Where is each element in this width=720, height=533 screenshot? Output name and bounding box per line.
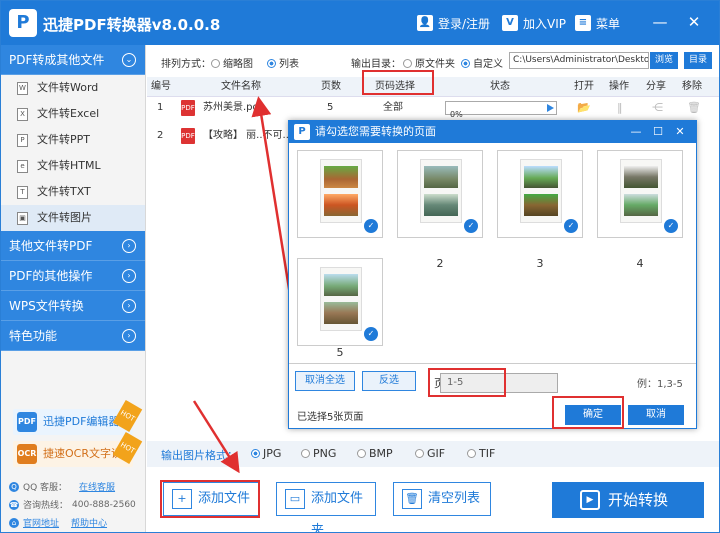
- arrow-to-add-file: [192, 400, 240, 474]
- page-range-example: 例：1,3-5: [637, 379, 683, 390]
- page-preview: [420, 159, 462, 223]
- page-number: 4: [636, 257, 644, 270]
- dialog-logo-icon: P: [294, 124, 310, 140]
- page-thumbnail[interactable]: ✓: [397, 150, 483, 238]
- check-icon: ✓: [664, 219, 678, 233]
- check-icon: ✓: [564, 219, 578, 233]
- page-thumbnail[interactable]: ✓: [597, 150, 683, 238]
- arrow-to-page-select: [251, 96, 293, 302]
- page-preview: [320, 267, 362, 331]
- check-icon: ✓: [364, 327, 378, 341]
- deselect-all-button[interactable]: 取消全选: [295, 371, 355, 391]
- page-number: 5: [336, 346, 344, 359]
- check-icon: ✓: [464, 219, 478, 233]
- page-preview: [620, 159, 662, 223]
- annotation-box-confirm: [552, 396, 624, 429]
- invert-selection-button[interactable]: 反选: [362, 371, 416, 391]
- dialog-controls: 取消全选 反选 页码： 1-5 例：1,3-5: [289, 363, 696, 405]
- thumbnail-grid: ✓ 1 ✓ 2 ✓ 3: [289, 143, 696, 363]
- close-icon[interactable]: ✕: [672, 121, 688, 143]
- minimize-icon[interactable]: —: [628, 121, 644, 143]
- dialog-title: 请勾选您需要转换的页面: [315, 125, 436, 138]
- maximize-icon[interactable]: ☐: [650, 121, 666, 143]
- dialog-title-bar: P 请勾选您需要转换的页面 — ☐ ✕: [289, 121, 696, 143]
- page-preview: [520, 159, 562, 223]
- page-thumbnail[interactable]: ✓: [297, 258, 383, 346]
- page-select-dialog: P 请勾选您需要转换的页面 — ☐ ✕ ✓ 1 ✓ 2: [288, 120, 697, 429]
- page-preview: [320, 159, 362, 223]
- check-icon: ✓: [364, 219, 378, 233]
- selected-count-text: 已选择5张页面: [297, 412, 364, 423]
- page-number: 3: [536, 257, 544, 270]
- cancel-button[interactable]: 取消: [628, 405, 684, 425]
- annotation-box-page-range: [428, 368, 506, 397]
- app-window: P 迅捷PDF转换器v8.0.0.8 👤 登录/注册 V 加入VIP ≡ 菜单 …: [0, 0, 720, 533]
- page-thumbnail[interactable]: ✓: [297, 150, 383, 238]
- page-thumbnail[interactable]: ✓: [497, 150, 583, 238]
- page-number: 2: [436, 257, 444, 270]
